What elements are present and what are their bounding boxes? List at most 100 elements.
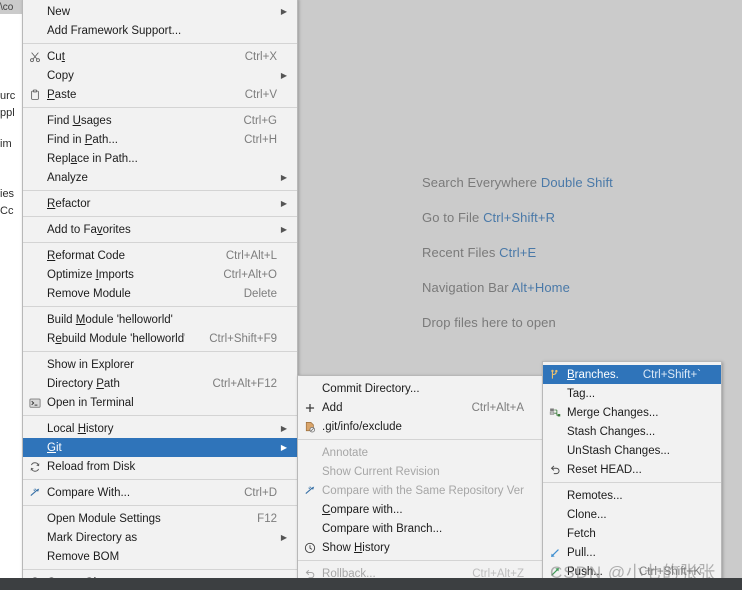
menu-item-label: Open in Terminal	[47, 396, 134, 409]
menu-item-build-module-helloworld[interactable]: Build Module 'helloworld'	[23, 310, 297, 329]
plus-icon	[298, 398, 322, 417]
menu-item-merge-changes[interactable]: Merge Changes...	[543, 403, 721, 422]
menu-item-analyze[interactable]: Analyze ▶	[23, 168, 297, 187]
menu-item-unstash-changes[interactable]: UnStash Changes...	[543, 441, 721, 460]
menu-separator	[23, 351, 297, 352]
menu-item-compare-with-branch[interactable]: Compare with Branch...	[298, 519, 544, 538]
menu-item-stash-changes[interactable]: Stash Changes...	[543, 422, 721, 441]
menu-item-icon-slot	[23, 2, 47, 21]
menu-item-git-info-exclude[interactable]: .git/info/exclude	[298, 417, 544, 436]
submenu-arrow-icon: ▶	[280, 70, 288, 80]
menu-item-label: Add	[322, 401, 343, 414]
project-tree-node-fragment[interactable]: urc	[0, 90, 15, 102]
menu-item-add-to-favorites[interactable]: Add to Favorites ▶	[23, 220, 297, 239]
menu-item-local-history[interactable]: Local History ▶	[23, 419, 297, 438]
menu-item-label: Annotate	[322, 446, 369, 459]
menu-item-directory-path[interactable]: Directory Path Ctrl+Alt+F12	[23, 374, 297, 393]
editor-hint-search-everywhere: Search Everywhere Double Shift	[422, 175, 722, 190]
repository-submenu[interactable]: Branches... Ctrl+Shift+` Tag... Merge Chang…	[542, 361, 722, 590]
project-tree-node-fragment[interactable]: ppl	[0, 107, 15, 119]
menu-item-reformat-code[interactable]: Reformat Code Ctrl+Alt+L	[23, 246, 297, 265]
menu-item-paste[interactable]: Paste Ctrl+V	[23, 85, 297, 104]
menu-item-icon-slot	[298, 519, 322, 538]
menu-item-icon-slot	[23, 220, 47, 239]
menu-separator	[23, 190, 297, 191]
menu-item-label: Analyze	[47, 171, 88, 184]
menu-item-icon-slot	[23, 149, 47, 168]
menu-item-icon-slot	[543, 422, 567, 441]
menu-separator	[23, 107, 297, 108]
menu-item-remotes[interactable]: Remotes...	[543, 486, 721, 505]
menu-item-open-in-terminal[interactable]: Open in Terminal	[23, 393, 297, 412]
menu-item-fetch[interactable]: Fetch	[543, 524, 721, 543]
submenu-arrow-icon: ▶	[280, 198, 288, 208]
project-tree-node-fragment[interactable]: im	[0, 138, 12, 150]
menu-item-label: Build Module 'helloworld'	[47, 313, 173, 326]
clock-icon	[298, 538, 322, 557]
editor-hint-shortcut: Ctrl+Shift+R	[479, 210, 556, 225]
menu-separator	[298, 439, 544, 440]
menu-item-label: Compare With...	[47, 486, 131, 499]
menu-item-find-in-path[interactable]: Find in Path... Ctrl+H	[23, 130, 297, 149]
menu-item-reset-head[interactable]: Reset HEAD...	[543, 460, 721, 479]
menu-item-label: Open Module Settings	[47, 512, 161, 525]
clipboard-icon	[23, 85, 47, 104]
menu-item-icon-slot	[23, 438, 47, 457]
git-submenu[interactable]: Commit Directory... Add Ctrl+Alt+A .git/inf…	[297, 375, 545, 590]
menu-item-remove-bom[interactable]: Remove BOM	[23, 547, 297, 566]
menu-item-label: Replace in Path...	[47, 152, 138, 165]
menu-item-mark-directory-as[interactable]: Mark Directory as ▶	[23, 528, 297, 547]
merge-icon	[543, 403, 567, 422]
menu-item-reload-from-disk[interactable]: Reload from Disk	[23, 457, 297, 476]
menu-item-shortcut: Ctrl+Alt+F12	[212, 377, 277, 390]
project-context-menu[interactable]: New ▶ Add Framework Support... Cut Ctrl+X Cop…	[22, 0, 298, 590]
editor-hint-navigation-bar: Navigation Bar Alt+Home	[422, 280, 722, 295]
project-tree-node-fragment[interactable]: Cc	[0, 205, 13, 217]
menu-item-icon-slot	[23, 168, 47, 187]
menu-item-cut[interactable]: Cut Ctrl+X	[23, 47, 297, 66]
project-tree-node-fragment[interactable]: ies	[0, 188, 14, 200]
menu-item-optimize-imports[interactable]: Optimize Imports Ctrl+Alt+O	[23, 265, 297, 284]
ide-screenshot: \co urc ppl im ies Cc Search Everywhere Doubl…	[0, 0, 742, 590]
menu-item-label: Compare with the Same Repository Version	[322, 484, 524, 497]
menu-item-copy[interactable]: Copy ▶	[23, 66, 297, 85]
menu-item-label: Optimize Imports	[47, 268, 134, 281]
menu-item-git[interactable]: Git ▶	[23, 438, 297, 457]
menu-item-label: Copy	[47, 69, 74, 82]
menu-item-open-module-settings[interactable]: Open Module Settings F12	[23, 509, 297, 528]
project-tree-node-fragment[interactable]: \co	[0, 2, 13, 13]
menu-item-compare-with[interactable]: Compare With... Ctrl+D	[23, 483, 297, 502]
menu-item-rebuild-module-helloworld[interactable]: Rebuild Module 'helloworld' Ctrl+Shift+F9	[23, 329, 297, 348]
menu-item-icon-slot	[23, 246, 47, 265]
menu-item-show-current-revision: Show Current Revision	[298, 462, 544, 481]
menu-item-pull[interactable]: Pull...	[543, 543, 721, 562]
menu-item-remove-module[interactable]: Remove Module Delete	[23, 284, 297, 303]
menu-item-add[interactable]: Add Ctrl+Alt+A	[298, 398, 544, 417]
menu-item-replace-in-path[interactable]: Replace in Path...	[23, 149, 297, 168]
menu-item-compare-with[interactable]: Compare with...	[298, 500, 544, 519]
menu-item-label: Clone...	[567, 508, 607, 521]
reset-icon	[543, 460, 567, 479]
menu-item-refactor[interactable]: Refactor ▶	[23, 194, 297, 213]
editor-hint-label: Recent Files	[422, 245, 496, 260]
menu-item-icon-slot	[23, 66, 47, 85]
menu-item-label: Push...	[567, 565, 603, 578]
menu-item-icon-slot	[23, 547, 47, 566]
editor-hint-label: Search Everywhere	[422, 175, 538, 190]
menu-item-branches[interactable]: Branches... Ctrl+Shift+`	[543, 365, 721, 384]
menu-item-find-usages[interactable]: Find Usages Ctrl+G	[23, 111, 297, 130]
editor-hint-recent-files: Recent Files Ctrl+E	[422, 245, 722, 260]
menu-item-add-framework-support[interactable]: Add Framework Support...	[23, 21, 297, 40]
menu-item-new[interactable]: New ▶	[23, 2, 297, 21]
editor-hint-label: Drop files here to open	[422, 315, 556, 330]
menu-item-icon-slot	[543, 486, 567, 505]
menu-item-commit-directory[interactable]: Commit Directory...	[298, 379, 544, 398]
menu-item-show-history[interactable]: Show History	[298, 538, 544, 557]
menu-item-label: Pull...	[567, 546, 596, 559]
menu-item-tag[interactable]: Tag...	[543, 384, 721, 403]
menu-item-label: New	[47, 5, 71, 18]
menu-item-label: Fetch	[567, 527, 596, 540]
menu-item-clone[interactable]: Clone...	[543, 505, 721, 524]
menu-separator	[23, 242, 297, 243]
menu-item-show-in-explorer[interactable]: Show in Explorer	[23, 355, 297, 374]
